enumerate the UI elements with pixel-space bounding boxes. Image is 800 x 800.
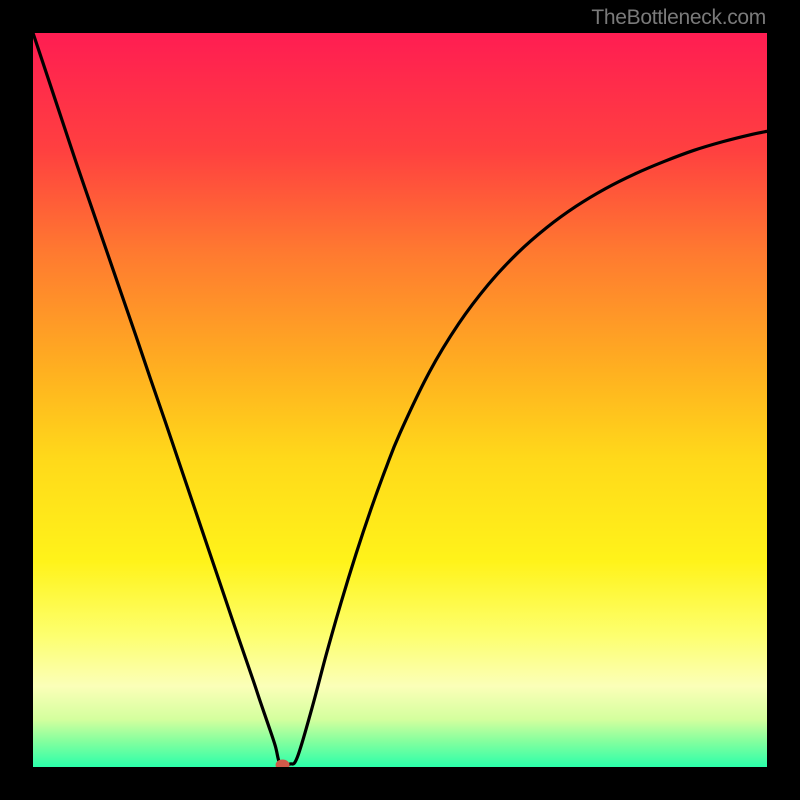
watermark-text: TheBottleneck.com	[591, 6, 766, 30]
bottleneck-curve	[33, 33, 767, 767]
bottleneck-chart: TheBottleneck.com	[0, 0, 800, 800]
chart-plot-area	[33, 33, 767, 767]
